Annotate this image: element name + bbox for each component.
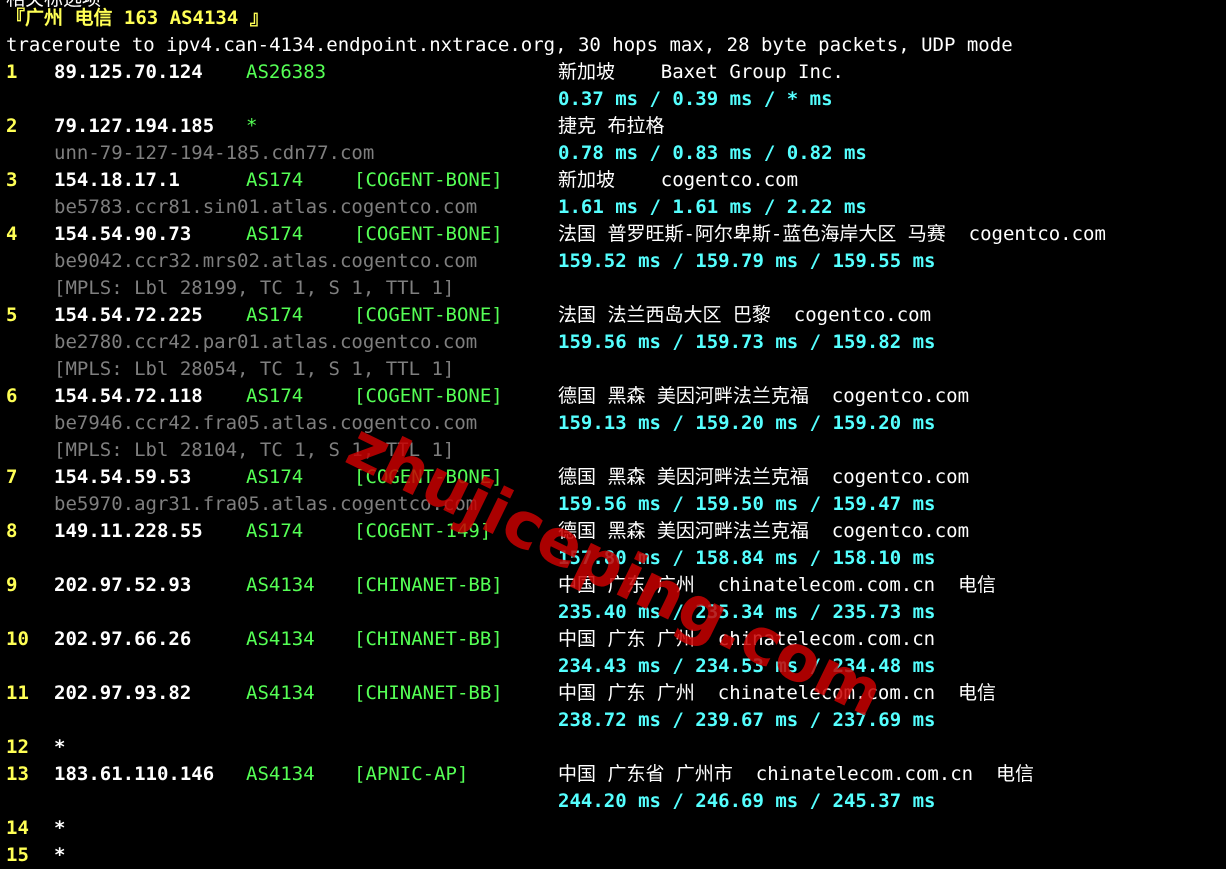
hop-geolocation: 德国 黑森 美因河畔法兰克福 cogentco.com <box>558 520 970 542</box>
hop-number: 8 <box>6 520 18 542</box>
hop-geolocation: 新加坡 cogentco.com <box>558 169 799 191</box>
hop-rtt: 235.40 ms / 235.34 ms / 235.73 ms <box>558 601 936 623</box>
hop-geolocation: 中国 广东 广州 chinatelecom.com.cn 电信 <box>558 574 996 596</box>
hop-asn: AS174 <box>246 466 304 488</box>
hop-geolocation: 法国 法兰西岛大区 巴黎 cogentco.com <box>558 304 932 326</box>
hop-ip: 202.97.52.93 <box>54 574 192 596</box>
hop-hostname: be7946.ccr42.fra05.atlas.cogentco.com <box>54 412 478 434</box>
hop-network-tag: [COGENT-BONE] <box>354 466 503 488</box>
hop-asn: AS174 <box>246 520 304 542</box>
hop-number: 13 <box>6 763 29 785</box>
hop-rtt: 0.78 ms / 0.83 ms / 0.82 ms <box>558 142 867 164</box>
hop-number: 5 <box>6 304 18 326</box>
hop-network-tag: [APNIC-AP] <box>354 763 469 785</box>
hop-network-tag: [CHINANET-BB] <box>354 682 503 704</box>
hop-network-tag: [COGENT-BONE] <box>354 304 503 326</box>
hop-mpls: [MPLS: Lbl 28104, TC 1, S 1, TTL 1] <box>54 439 455 461</box>
hop-asn: AS4134 <box>246 574 315 596</box>
hop-number: 12 <box>6 736 29 758</box>
hop-number: 9 <box>6 574 18 596</box>
hop-ip: 149.11.228.55 <box>54 520 203 542</box>
hop-asn: AS4134 <box>246 628 315 650</box>
hop-timeout: * <box>54 817 66 839</box>
hop-ip: 202.97.93.82 <box>54 682 192 704</box>
hop-number: 15 <box>6 844 29 866</box>
hop-geolocation: 法国 普罗旺斯-阿尔卑斯-蓝色海岸大区 马赛 cogentco.com <box>558 223 1106 245</box>
hop-asn: * <box>246 115 258 137</box>
hop-network-tag: [CHINANET-BB] <box>354 628 503 650</box>
hop-rtt: 0.37 ms / 0.39 ms / * ms <box>558 88 833 110</box>
hop-number: 4 <box>6 223 18 245</box>
hop-number: 14 <box>6 817 29 839</box>
hop-geolocation: 捷克 布拉格 <box>558 115 665 137</box>
hop-network-tag: [COGENT-149] <box>354 520 492 542</box>
hop-hostname: be2780.ccr42.par01.atlas.cogentco.com <box>54 331 478 353</box>
hop-rtt: 159.52 ms / 159.79 ms / 159.55 ms <box>558 250 936 272</box>
hop-hostname: unn-79-127-194-185.cdn77.com <box>54 142 375 164</box>
hop-number: 7 <box>6 466 18 488</box>
hop-asn: AS174 <box>246 223 304 245</box>
hop-geolocation: 新加坡 Baxet Group Inc. <box>558 61 844 83</box>
hop-number: 2 <box>6 115 18 137</box>
hop-ip: 79.127.194.185 <box>54 115 215 137</box>
hop-asn: AS174 <box>246 385 304 407</box>
hop-network-tag: [CHINANET-BB] <box>354 574 503 596</box>
hop-rtt: 238.72 ms / 239.67 ms / 237.69 ms <box>558 709 936 731</box>
hop-rtt: 159.56 ms / 159.73 ms / 159.82 ms <box>558 331 936 353</box>
hop-network-tag: [COGENT-BONE] <box>354 385 503 407</box>
hop-ip: 154.54.72.225 <box>54 304 203 326</box>
hop-ip: 154.18.17.1 <box>54 169 180 191</box>
hop-network-tag: [COGENT-BONE] <box>354 223 503 245</box>
hop-timeout: * <box>54 736 66 758</box>
hop-ip: 154.54.90.73 <box>54 223 192 245</box>
hop-hostname: be9042.ccr32.mrs02.atlas.cogentco.com <box>54 250 478 272</box>
traceroute-command: traceroute to ipv4.can-4134.endpoint.nxt… <box>6 34 1013 56</box>
hop-rtt: 159.56 ms / 159.50 ms / 159.47 ms <box>558 493 936 515</box>
hop-asn: AS4134 <box>246 682 315 704</box>
hop-ip: 183.61.110.146 <box>54 763 215 785</box>
hop-number: 3 <box>6 169 18 191</box>
hop-hostname: be5783.ccr81.sin01.atlas.cogentco.com <box>54 196 478 218</box>
hop-rtt: 244.20 ms / 246.69 ms / 245.37 ms <box>558 790 936 812</box>
hop-geolocation: 中国 广东 广州 chinatelecom.com.cn 电信 <box>558 682 996 704</box>
hop-rtt: 1.61 ms / 1.61 ms / 2.22 ms <box>558 196 867 218</box>
hop-asn: AS174 <box>246 304 304 326</box>
hop-timeout: * <box>54 844 66 866</box>
hop-rtt: 234.43 ms / 234.53 ms / 234.48 ms <box>558 655 936 677</box>
hop-asn: AS4134 <box>246 763 315 785</box>
hop-asn: AS174 <box>246 169 304 191</box>
hop-ip: 154.54.72.118 <box>54 385 203 407</box>
hop-rtt: 157.80 ms / 158.84 ms / 158.10 ms <box>558 547 936 569</box>
hop-geolocation: 德国 黑森 美因河畔法兰克福 cogentco.com <box>558 385 970 407</box>
hop-ip: 202.97.66.26 <box>54 628 192 650</box>
trace-title: 『广州 电信 163 AS4134 』 <box>6 7 269 29</box>
hop-ip: 154.54.59.53 <box>54 466 192 488</box>
hop-asn: AS26383 <box>246 61 327 83</box>
hop-number: 1 <box>6 61 18 83</box>
hop-geolocation: 德国 黑森 美因河畔法兰克福 cogentco.com <box>558 466 970 488</box>
hop-hostname: be5970.agr31.fra05.atlas.cogentco.com <box>54 493 478 515</box>
terminal-window: 相关标选项 『广州 电信 163 AS4134 』 traceroute to … <box>0 0 1226 866</box>
hop-ip: 89.125.70.124 <box>54 61 203 83</box>
hop-mpls: [MPLS: Lbl 28199, TC 1, S 1, TTL 1] <box>54 277 455 299</box>
hop-number: 6 <box>6 385 18 407</box>
hop-geolocation: 中国 广东 广州 chinatelecom.com.cn <box>558 628 936 650</box>
hop-geolocation: 中国 广东省 广州市 chinatelecom.com.cn 电信 <box>558 763 1034 785</box>
hop-mpls: [MPLS: Lbl 28054, TC 1, S 1, TTL 1] <box>54 358 455 380</box>
hop-network-tag: [COGENT-BONE] <box>354 169 503 191</box>
hop-number: 11 <box>6 682 29 704</box>
hop-rtt: 159.13 ms / 159.20 ms / 159.20 ms <box>558 412 936 434</box>
hop-number: 10 <box>6 628 29 650</box>
